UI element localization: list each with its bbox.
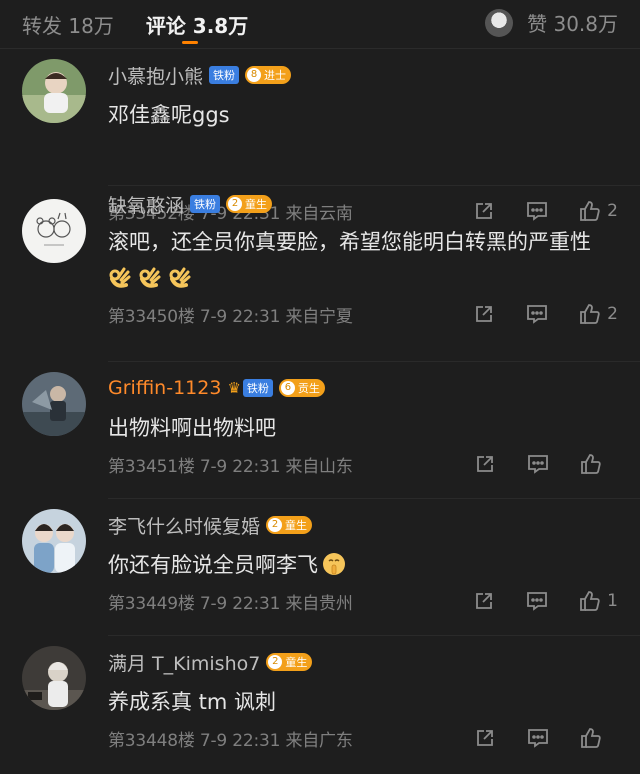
comment-actions bbox=[443, 726, 618, 750]
crown-icon: ♛ bbox=[227, 379, 241, 397]
username[interactable]: 小慕抱小熊 bbox=[108, 62, 203, 89]
comment-meta: 第33448楼 7-9 22:31 来自广东 bbox=[108, 726, 618, 751]
level-label: 贡生 bbox=[297, 382, 320, 395]
name-row: 小慕抱小熊 铁粉 8 进士 bbox=[108, 61, 292, 89]
tab-likes-label: 赞 30.8万 bbox=[527, 12, 618, 36]
level-badge: 2 童生 bbox=[226, 195, 273, 213]
comment-actions: 2 bbox=[442, 302, 618, 326]
comment-icon[interactable] bbox=[526, 590, 548, 612]
name-row: 李飞什么时候复婚 2 童生 bbox=[108, 511, 313, 539]
like-count: 2 bbox=[607, 304, 618, 324]
floor-time-location: 第33449楼 7-9 22:31 来自贵州 bbox=[108, 594, 353, 614]
liker-avatar bbox=[485, 8, 514, 37]
level-number: 8 bbox=[247, 68, 262, 82]
fan-badge: 铁粉 bbox=[190, 195, 221, 213]
username[interactable]: Griffin-1123 bbox=[108, 377, 221, 399]
share-icon[interactable] bbox=[474, 453, 496, 475]
level-label: 进士 bbox=[264, 69, 287, 82]
level-number: 2 bbox=[228, 197, 243, 211]
comment-meta: 第33451楼 7-9 22:31 来自山东 bbox=[108, 452, 618, 477]
level-badge: 6 贡生 bbox=[278, 379, 325, 397]
comment-text: 你还有脸说全员啊李飞 bbox=[108, 547, 612, 583]
tab-comments-label: 评论 3.8万 bbox=[145, 13, 249, 38]
level-label: 童生 bbox=[285, 656, 308, 669]
level-badge: 8 进士 bbox=[245, 66, 292, 84]
avatar[interactable] bbox=[22, 59, 86, 123]
like-icon[interactable] bbox=[580, 727, 602, 749]
shush-face-emoji bbox=[323, 553, 345, 575]
level-number: 6 bbox=[280, 381, 295, 395]
comment-tabs: 转发 18万 评论 3.8万 赞 30.8万 bbox=[0, 0, 640, 48]
tab-repost[interactable]: 转发 18万 bbox=[22, 10, 114, 39]
level-badge: 2 童生 bbox=[266, 516, 313, 534]
avatar[interactable] bbox=[22, 509, 86, 573]
comment-item: 李飞什么时候复婚 2 童生 你还有脸说全员啊李飞 第33449楼 7-9 22:3… bbox=[0, 499, 640, 636]
share-icon[interactable] bbox=[474, 727, 496, 749]
ok-hand-emoji bbox=[109, 267, 131, 288]
comment-item: Griffin-1123 ♛ 铁粉 6 贡生 出物料啊出物料吧 第33451楼 7… bbox=[0, 362, 640, 499]
comment-text: 滚吧，还全员你真要脸，希望您能明白转黑的严重性 bbox=[108, 224, 598, 296]
like-icon[interactable] bbox=[580, 453, 602, 475]
level-number: 2 bbox=[268, 518, 283, 532]
ok-hand-emoji bbox=[169, 267, 191, 288]
ok-hand-emoji-group bbox=[108, 266, 198, 290]
comment-item: 满月 T_Kimisho7 2 童生 养成系真 tm 讽刺 第33448楼 7-9… bbox=[0, 636, 640, 773]
level-number: 2 bbox=[268, 655, 283, 669]
floor-time-location: 第33448楼 7-9 22:31 来自广东 bbox=[108, 731, 353, 751]
username[interactable]: 李飞什么时候复婚 bbox=[108, 512, 260, 539]
username[interactable]: 缺氧憨涵 bbox=[108, 191, 184, 218]
comment-list: 小慕抱小熊 铁粉 8 进士 邓佳鑫呢ggs 第33452楼 7-9 22:31 来… bbox=[0, 49, 640, 773]
share-icon[interactable] bbox=[473, 590, 495, 612]
floor-time-location: 第33451楼 7-9 22:31 来自山东 bbox=[108, 457, 353, 477]
comment-text: 出物料啊出物料吧 bbox=[108, 416, 276, 440]
comment-text: 养成系真 tm 讽刺 bbox=[108, 690, 277, 714]
comment-actions bbox=[443, 452, 618, 476]
avatar[interactable] bbox=[22, 646, 86, 710]
floor-time-location: 第33450楼 7-9 22:31 来自宁夏 bbox=[108, 307, 353, 327]
fan-badge: 铁粉 bbox=[209, 66, 240, 84]
username[interactable]: 满月 T_Kimisho7 bbox=[108, 649, 260, 676]
avatar[interactable] bbox=[22, 199, 86, 263]
avatar[interactable] bbox=[22, 372, 86, 436]
comment-meta: 第33449楼 7-9 22:31 来自贵州 1 bbox=[108, 589, 618, 614]
share-icon[interactable] bbox=[473, 303, 495, 325]
name-row: 缺氧憨涵 铁粉 2 童生 bbox=[108, 190, 273, 218]
tab-comments[interactable]: 评论 3.8万 bbox=[145, 10, 249, 44]
comment-item: 小慕抱小熊 铁粉 8 进士 邓佳鑫呢ggs 第33452楼 7-9 22:31 来… bbox=[0, 49, 640, 224]
comment-meta: 第33450楼 7-9 22:31 来自宁夏 2 bbox=[108, 302, 618, 327]
fan-badge: 铁粉 bbox=[242, 379, 273, 397]
like-count: 1 bbox=[607, 591, 618, 611]
name-row: Griffin-1123 ♛ 铁粉 6 贡生 bbox=[108, 374, 325, 402]
name-row: 满月 T_Kimisho7 2 童生 bbox=[108, 648, 313, 676]
tab-likes[interactable]: 赞 30.8万 bbox=[485, 8, 618, 37]
active-tab-indicator bbox=[181, 40, 198, 44]
comment-icon[interactable] bbox=[527, 727, 549, 749]
comment-text-content: 你还有脸说全员啊李飞 bbox=[108, 553, 318, 577]
ok-hand-emoji bbox=[139, 267, 161, 288]
comment-icon[interactable] bbox=[527, 453, 549, 475]
comment-item: 缺氧憨涵 铁粉 2 童生 滚吧，还全员你真要脸，希望您能明白转黑的严重性 第334… bbox=[0, 186, 640, 362]
like-icon[interactable] bbox=[579, 303, 601, 325]
comment-icon[interactable] bbox=[526, 303, 548, 325]
comment-text: 邓佳鑫呢ggs bbox=[108, 103, 230, 127]
level-label: 童生 bbox=[285, 519, 308, 532]
level-badge: 2 童生 bbox=[266, 653, 313, 671]
like-icon[interactable] bbox=[579, 590, 601, 612]
level-label: 童生 bbox=[245, 198, 268, 211]
comment-actions: 1 bbox=[442, 589, 618, 613]
comment-text-content: 滚吧，还全员你真要脸，希望您能明白转黑的严重性 bbox=[108, 230, 591, 254]
